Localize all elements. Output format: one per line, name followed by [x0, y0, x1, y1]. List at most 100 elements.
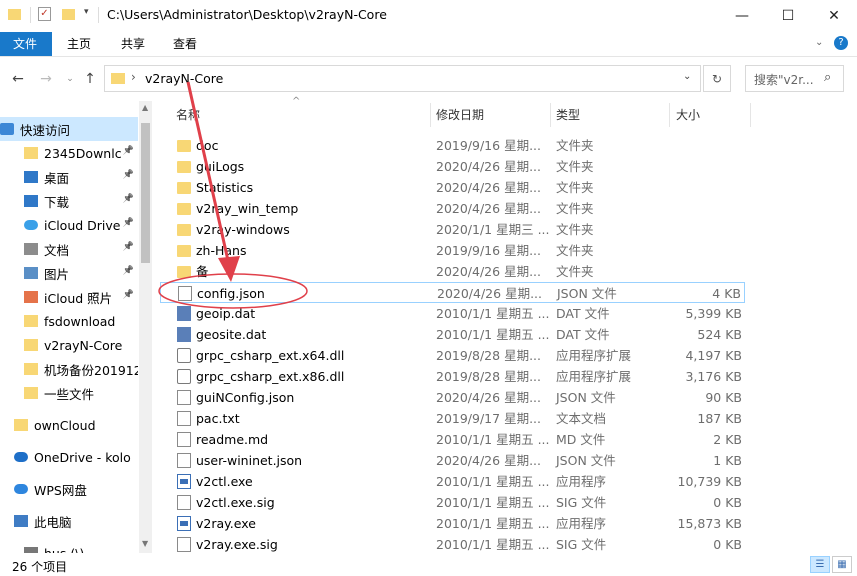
sidebar-item[interactable]: hus (\) [0, 541, 138, 553]
file-row[interactable]: grpc_csharp_ext.x64.dll 2019/8/28 星期... 应用… [160, 345, 745, 366]
refresh-button[interactable]: ↻ [703, 65, 731, 92]
column-header-type[interactable]: 类型 [556, 103, 580, 127]
file-row[interactable]: pac.txt 2019/9/17 星期... 文本文档 187 KB [160, 408, 745, 429]
file-name: v2ray.exe [196, 516, 256, 531]
file-row[interactable]: v2ray.exe 2010/1/1 星期五 ... 应用程序 15,873 KB [160, 513, 745, 534]
file-row[interactable]: zh-Hans 2019/9/16 星期... 文件夹 [160, 240, 745, 261]
file-row[interactable]: geoip.dat 2010/1/1 星期五 ... DAT 文件 5,399 KB [160, 303, 745, 324]
address-bar[interactable]: › v2rayN-Core ⌄ [104, 65, 701, 92]
scroll-down-icon[interactable]: ▼ [142, 539, 148, 548]
column-divider[interactable] [750, 103, 751, 127]
up-arrow-icon[interactable]: ↑ [80, 67, 100, 91]
sidebar-item[interactable]: ownCloud [0, 413, 138, 437]
sidebar-item[interactable]: v2rayN-Core [0, 333, 138, 357]
folder-icon [24, 339, 38, 351]
maximize-button[interactable]: ☐ [765, 0, 811, 32]
column-divider[interactable] [430, 103, 431, 127]
file-row[interactable]: config.json 2020/4/26 星期... JSON 文件 4 KB [160, 282, 745, 303]
forward-arrow-icon[interactable]: → [36, 67, 56, 91]
tab-view[interactable]: 查看 [160, 32, 210, 56]
recent-chevron-icon[interactable]: ⌄ [60, 67, 80, 91]
help-icon[interactable]: ? [834, 36, 848, 50]
sidebar-item-label: ownCloud [34, 417, 96, 433]
file-row[interactable]: geosite.dat 2010/1/1 星期五 ... DAT 文件 524 KB [160, 324, 745, 345]
large-icons-view-button[interactable]: ▦ [832, 556, 852, 573]
column-divider[interactable] [550, 103, 551, 127]
sidebar-item[interactable]: iCloud Drive 📌 [0, 213, 138, 237]
file-row[interactable]: doc 2019/9/16 星期... 文件夹 [160, 135, 745, 156]
scroll-thumb[interactable] [141, 123, 150, 263]
sidebar-item[interactable]: 桌面 📌 [0, 165, 138, 189]
file-row[interactable]: v2ray_win_temp 2020/4/26 星期... 文件夹 [160, 198, 745, 219]
file-row[interactable]: v2ctl.exe 2010/1/1 星期五 ... 应用程序 10,739 KB [160, 471, 745, 492]
file-date: 2020/4/26 星期... [436, 201, 541, 216]
file-row[interactable]: readme.md 2010/1/1 星期五 ... MD 文件 2 KB [160, 429, 745, 450]
sidebar-item[interactable]: fsdownload [0, 309, 138, 333]
sidebar-item[interactable]: 文档 📌 [0, 237, 138, 261]
sidebar-item[interactable]: OneDrive - kolo [0, 445, 138, 469]
file-row[interactable]: v2ray.exe.sig 2010/1/1 星期五 ... SIG 文件 0 KB [160, 534, 745, 555]
tab-share[interactable]: 共享 [108, 32, 158, 56]
sidebar-item-label: iCloud 照片 [44, 290, 113, 306]
file-size: 4,197 KB [685, 348, 742, 363]
minimize-button[interactable]: — [719, 0, 765, 32]
file-row[interactable]: guiNConfig.json 2020/4/26 星期... JSON 文件 90 … [160, 387, 745, 408]
sidebar-scrollbar[interactable]: ▲ ▼ [139, 101, 152, 553]
search-icon[interactable]: ⌕ [824, 70, 831, 85]
file-size: 10,739 KB [677, 474, 742, 489]
file-date: 2019/9/16 星期... [436, 138, 541, 153]
file-size: 1 KB [713, 453, 742, 468]
sidebar-item[interactable]: 此电脑 [0, 509, 138, 533]
file-row[interactable]: Statistics 2020/4/26 星期... 文件夹 [160, 177, 745, 198]
sidebar-item[interactable]: WPS网盘 [0, 477, 138, 501]
sidebar-item[interactable]: iCloud 照片 📌 [0, 285, 138, 309]
file-size: 3,176 KB [685, 369, 742, 384]
search-box[interactable]: 搜索"v2r... ⌕ [745, 65, 844, 92]
file-row[interactable]: v2ray-windows 2020/1/1 星期三 ... 文件夹 [160, 219, 745, 240]
ribbon: 文件 主页 共享 查看 ⌄ ? [0, 32, 857, 57]
file-type: 文件夹 [556, 243, 594, 258]
file-row[interactable]: grpc_csharp_ext.x86.dll 2019/8/28 星期... 应用… [160, 366, 745, 387]
properties-icon[interactable]: ✓ [38, 7, 51, 21]
sidebar-item-label: OneDrive - kolo [34, 449, 131, 465]
sidebar-item[interactable]: 2345Downlc 📌 [0, 141, 138, 165]
column-header-name[interactable]: 名称 [176, 103, 200, 127]
file-row[interactable]: 备 2020/4/26 星期... 文件夹 [160, 261, 745, 282]
address-dropdown-icon[interactable]: ⌄ [683, 71, 691, 82]
sidebar-item[interactable]: 一些文件 [0, 381, 138, 405]
breadcrumb-separator-icon[interactable]: › [131, 70, 136, 84]
details-view-button[interactable]: ☰ [810, 556, 830, 573]
column-header-date[interactable]: 修改日期 [436, 103, 484, 127]
file-size: 524 KB [697, 327, 742, 342]
file-icon [177, 411, 191, 426]
file-icon [178, 286, 192, 301]
chevron-down-icon[interactable]: ▾ [84, 7, 89, 17]
navigation-pane: 快速访问 2345Downlc 📌 桌面 📌 下载 📌 iCloud Drive 📌 文档 📌 图片 📌… [0, 101, 152, 553]
sidebar-item[interactable]: 机场备份201912 [0, 357, 138, 381]
refresh-icon: ↻ [711, 71, 723, 86]
file-row[interactable]: v2ctl.exe.sig 2010/1/1 星期五 ... SIG 文件 0 KB [160, 492, 745, 513]
sidebar-item[interactable]: 图片 📌 [0, 261, 138, 285]
new-folder-icon[interactable] [62, 9, 75, 20]
file-type: 文件夹 [556, 201, 594, 216]
file-row[interactable]: guiLogs 2020/4/26 星期... 文件夹 [160, 156, 745, 177]
scroll-up-icon[interactable]: ▲ [142, 103, 148, 112]
sidebar-item[interactable]: 下载 📌 [0, 189, 138, 213]
sidebar-item-label: 图片 [44, 266, 70, 282]
ribbon-expand-icon[interactable]: ⌄ [815, 37, 823, 48]
breadcrumb-item[interactable]: v2rayN-Core [145, 71, 223, 86]
file-row[interactable]: user-wininet.json 2020/4/26 星期... JSON 文件 1… [160, 450, 745, 471]
back-arrow-icon[interactable]: ← [8, 67, 28, 91]
dat-file-icon [177, 327, 191, 342]
sidebar-item[interactable]: 快速访问 [0, 117, 138, 141]
column-divider[interactable] [669, 103, 670, 127]
column-header-size[interactable]: 大小 [676, 103, 700, 127]
folder-icon [177, 203, 191, 215]
sidebar-item-label: 此电脑 [34, 514, 72, 530]
close-button[interactable]: ✕ [811, 0, 857, 32]
sidebar-item-label: 快速访问 [20, 122, 71, 138]
tab-file[interactable]: 文件 [0, 32, 52, 56]
pin-icon: 📌 [122, 170, 134, 180]
tab-home[interactable]: 主页 [54, 32, 104, 56]
dll-file-icon [177, 369, 191, 384]
